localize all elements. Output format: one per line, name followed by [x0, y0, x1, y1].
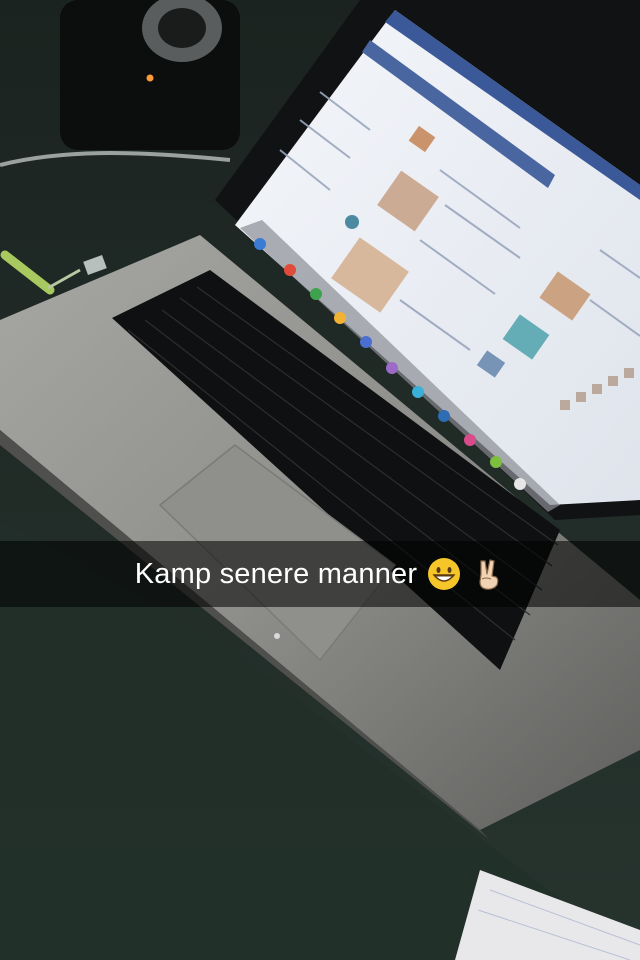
grinning-face-icon [427, 557, 461, 591]
caption-text: Kamp senere manner [134, 557, 418, 590]
caption-bar: Kamp senere manner [0, 541, 640, 607]
speaker-led [146, 74, 154, 82]
photo-illustration [0, 0, 640, 960]
photo-scene: Kamp senere manner [0, 0, 640, 960]
speaker [60, 0, 240, 150]
victory-hand-icon [471, 557, 505, 591]
sleep-indicator [274, 633, 280, 639]
